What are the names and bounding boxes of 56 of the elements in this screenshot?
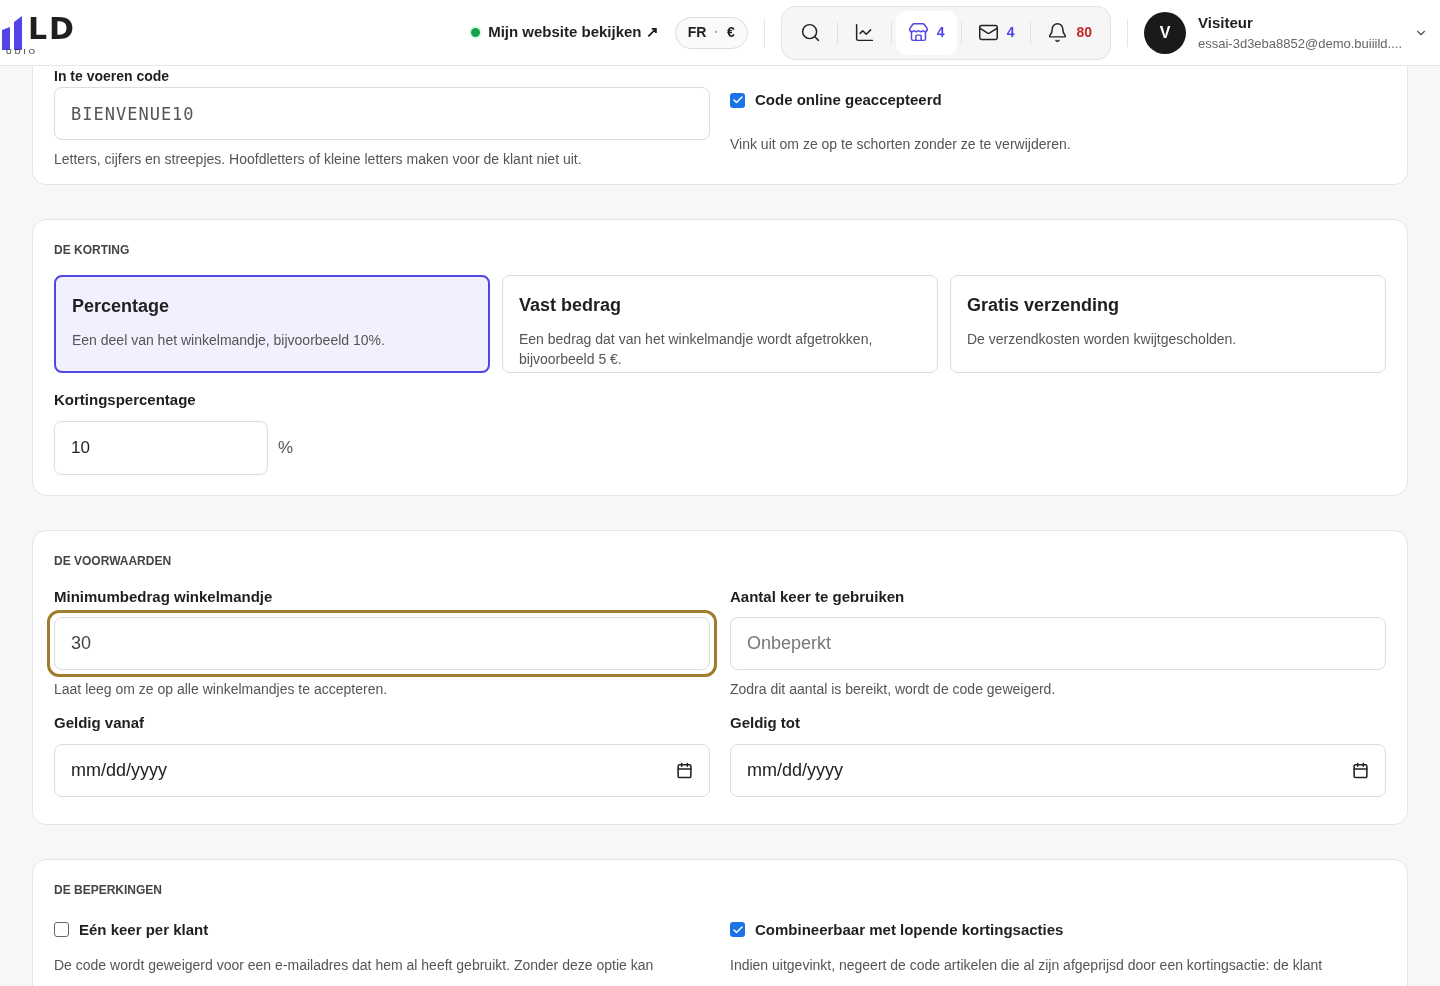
date-field[interactable]: mm/dd/yyyy (54, 743, 710, 797)
hint-text: Indien uitgevinkt, negeert de code artikelen die al zijn afgeprijsd door een kortingsactie: de klant (730, 956, 1324, 975)
calendar-icon[interactable] (1352, 761, 1369, 779)
logo[interactable]: LD UDIO (2, 7, 77, 58)
section-title: DE VOORWAARDEN (54, 552, 173, 570)
option-description: De verzendkosten worden kwijtgescholden. (967, 330, 1238, 349)
calendar-icon[interactable] (676, 761, 693, 779)
field-label: Geldig tot (730, 713, 801, 733)
user-name: Visiteur (1198, 12, 1254, 33)
input-field[interactable]: Onbeperkt (730, 617, 1386, 670)
hint-text: Zodra dit aantal is bereikt, wordt de code geweigerd. (730, 680, 1057, 699)
bell-button[interactable]: 80 (1035, 10, 1104, 55)
percentage-field[interactable]: 10 (54, 420, 268, 475)
logo-subtext: UDIO (6, 45, 38, 58)
store-icon (907, 22, 929, 43)
unit-label: % (278, 436, 294, 459)
option-title: Vast bedrag (519, 294, 623, 317)
option-title: Gratis verzending (967, 294, 1121, 317)
date-field[interactable]: mm/dd/yyyy (730, 743, 1386, 797)
field-label: In te voeren code (54, 67, 171, 85)
field-label: Kortingspercentage (54, 390, 197, 410)
section-title: DE KORTING (54, 242, 131, 259)
field-label: Aantal keer te gebruiken (730, 586, 906, 607)
hint-text: Laat leeg om ze op alle winkelmandjes te accepteren. (54, 680, 389, 699)
checkbox-label: Code online geaccepteerd (755, 90, 942, 110)
checkbox[interactable] (54, 922, 69, 938)
hint-text: Letters, cijfers en streepjes. Hoofdletters of kleine letters maken voor de klant niet uit. (54, 150, 583, 169)
logo-text: LD (28, 13, 77, 44)
bell-icon (1047, 22, 1069, 43)
chart-icon (853, 22, 875, 43)
logo-bars-icon (2, 15, 24, 50)
option-description: Een deel van het winkelmandje, bijvoorbeeld 10%. (72, 331, 386, 350)
mail-icon (977, 22, 999, 43)
section-title: DE BEPERKINGEN (54, 881, 164, 899)
discount-option[interactable]: Percentage Een deel van het winkelmandje, bijvoorbeeld 10%. (54, 275, 490, 373)
hint-text: Vink uit om ze op te schorten zonder ze te verwijderen. (730, 134, 1072, 154)
checkbox-label: Combineerbaar met lopende kortingsacties (755, 919, 1064, 940)
field-label: Minimumbedrag winkelmandje (54, 586, 274, 607)
option-title: Percentage (72, 295, 171, 318)
discount-option[interactable]: Vast bedrag Een bedrag dat van het winkelmandje wordt afgetrokken, bijvoorbeeld 5 €. (502, 275, 938, 373)
search-icon (799, 22, 821, 43)
website-link[interactable]: Mijn website bekijken ↗ (488, 21, 659, 44)
field-label: Geldig vanaf (54, 713, 146, 733)
avatar[interactable]: V (1144, 11, 1186, 54)
option-description: Een bedrag dat van het winkelmandje wordt afgetrokken, bijvoorbeeld 5 €. (519, 330, 874, 369)
user-email: essai-3d3eba8852@demo.buiiild.... (1198, 35, 1402, 53)
code-field[interactable]: BIENVENUE10 (54, 87, 710, 140)
mail-button[interactable]: 4 (965, 10, 1027, 55)
input-field[interactable]: 30 (54, 617, 710, 670)
checkbox[interactable] (730, 922, 745, 938)
checkbox-label: Eén keer per klant (79, 919, 209, 940)
discount-option[interactable]: Gratis verzending De verzendkosten worden kwijtgescholden. (950, 275, 1386, 373)
store-button[interactable]: 4 (895, 10, 957, 55)
hint-text: De code wordt geweigerd voor een e-mailadres dat hem al heeft gebruikt. Zonder deze optie kan (54, 956, 655, 975)
checkbox[interactable] (730, 92, 745, 108)
locale-selector[interactable]: FR · € (674, 16, 748, 49)
